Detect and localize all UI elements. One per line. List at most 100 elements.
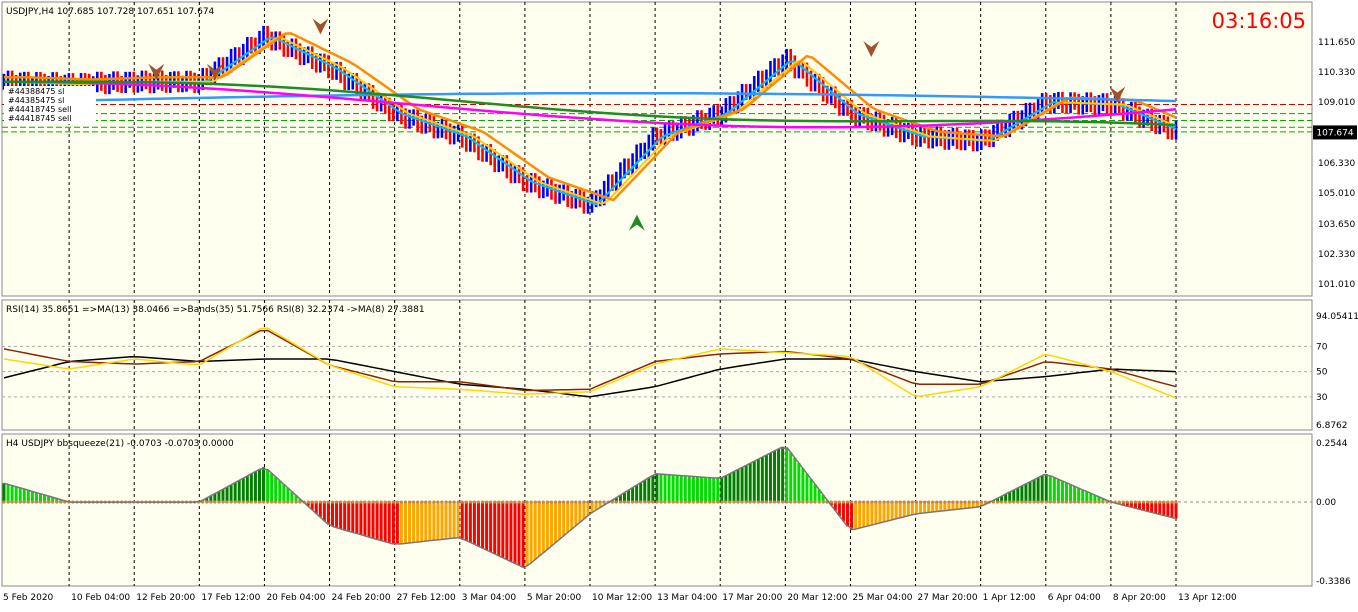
squeeze-bar[interactable]: [375, 502, 379, 540]
squeeze-bar[interactable]: [574, 502, 578, 526]
squeeze-bar[interactable]: [221, 489, 225, 503]
squeeze-bar[interactable]: [663, 474, 667, 503]
squeeze-bar[interactable]: [245, 475, 249, 503]
squeeze-bar[interactable]: [586, 502, 590, 516]
squeeze-bar[interactable]: [1174, 502, 1178, 519]
squeeze-bar[interactable]: [335, 502, 339, 528]
bull-bar[interactable]: [201, 68, 205, 91]
squeeze-bar[interactable]: [529, 502, 533, 563]
squeeze-bar[interactable]: [237, 480, 241, 503]
squeeze-bar[interactable]: [399, 502, 403, 544]
squeeze-bar[interactable]: [886, 502, 890, 521]
squeeze-bar[interactable]: [395, 502, 399, 545]
bear-bar[interactable]: [221, 57, 225, 76]
squeeze-bar[interactable]: [813, 484, 817, 503]
squeeze-bar[interactable]: [582, 502, 586, 519]
squeeze-bar[interactable]: [339, 502, 343, 529]
squeeze-bar[interactable]: [355, 502, 359, 534]
squeeze-bar[interactable]: [854, 502, 858, 530]
squeeze-bar[interactable]: [773, 450, 777, 503]
squeeze-bar[interactable]: [525, 502, 529, 567]
squeeze-bar[interactable]: [878, 502, 882, 523]
bear-bar[interactable]: [1109, 98, 1113, 116]
squeeze-bar[interactable]: [464, 502, 468, 541]
squeeze-bar[interactable]: [712, 477, 716, 503]
squeeze-bar[interactable]: [436, 502, 440, 540]
squeeze-bar[interactable]: [379, 502, 383, 541]
squeeze-bar[interactable]: [756, 459, 760, 503]
bear-bar[interactable]: [432, 116, 436, 139]
squeeze-bar[interactable]: [570, 502, 574, 530]
squeeze-bar[interactable]: [643, 480, 647, 503]
squeeze-bar[interactable]: [359, 502, 363, 535]
squeeze-bar[interactable]: [440, 502, 444, 540]
squeeze-bar[interactable]: [521, 502, 525, 568]
bear-bar[interactable]: [846, 99, 849, 116]
squeeze-bar[interactable]: [1036, 477, 1040, 503]
squeeze-bar[interactable]: [781, 446, 785, 503]
bear-bar[interactable]: [582, 191, 586, 214]
squeeze-bar[interactable]: [533, 502, 537, 560]
squeeze-bar[interactable]: [724, 475, 728, 503]
bear-bar[interactable]: [448, 123, 452, 145]
squeeze-bar[interactable]: [1056, 479, 1060, 503]
squeeze-bar[interactable]: [850, 502, 854, 531]
squeeze-bar[interactable]: [914, 502, 918, 514]
squeeze-bar[interactable]: [704, 477, 708, 503]
bull-bar[interactable]: [574, 188, 578, 209]
squeeze-bar[interactable]: [456, 502, 460, 538]
bull-bar[interactable]: [1174, 120, 1178, 140]
squeeze-bar[interactable]: [541, 502, 545, 553]
squeeze-bar[interactable]: [403, 502, 407, 544]
squeeze-bar[interactable]: [1052, 477, 1056, 503]
squeeze-bar[interactable]: [647, 477, 651, 503]
bull-bar[interactable]: [696, 110, 699, 132]
squeeze-bar[interactable]: [898, 502, 902, 518]
squeeze-bar[interactable]: [1040, 475, 1044, 503]
squeeze-bar[interactable]: [452, 502, 456, 539]
bull-bar[interactable]: [740, 83, 744, 108]
squeeze-bar[interactable]: [1048, 475, 1052, 503]
squeeze-bar[interactable]: [326, 502, 330, 525]
squeeze-bar[interactable]: [777, 448, 781, 503]
squeeze-bar[interactable]: [1028, 481, 1032, 503]
squeeze-bar[interactable]: [683, 475, 687, 503]
bear-bar[interactable]: [189, 70, 192, 89]
squeeze-bar[interactable]: [1065, 482, 1069, 503]
squeeze-bar[interactable]: [631, 487, 635, 503]
squeeze-bar[interactable]: [420, 502, 424, 542]
squeeze-bar[interactable]: [14, 486, 18, 503]
squeeze-bar[interactable]: [1162, 502, 1166, 516]
chart-canvas[interactable]: USDJPY,H4 107.685 107.728 107.651 107.67…: [0, 0, 1358, 608]
squeeze-bar[interactable]: [874, 502, 878, 524]
squeeze-bar[interactable]: [1020, 485, 1024, 503]
squeeze-bar[interactable]: [760, 457, 764, 503]
squeeze-bar[interactable]: [736, 469, 740, 503]
squeeze-bar[interactable]: [549, 502, 553, 546]
bull-bar[interactable]: [513, 165, 517, 184]
squeeze-bar[interactable]: [489, 502, 493, 553]
squeeze-bar[interactable]: [509, 502, 513, 562]
bear-bar[interactable]: [716, 105, 720, 125]
squeeze-bar[interactable]: [2, 483, 6, 503]
squeeze-bar[interactable]: [22, 489, 26, 503]
squeeze-bar[interactable]: [383, 502, 387, 542]
bear-bar[interactable]: [732, 96, 736, 114]
squeeze-bar[interactable]: [1154, 502, 1158, 514]
squeeze-bar[interactable]: [679, 475, 683, 503]
squeeze-bar[interactable]: [322, 502, 326, 521]
squeeze-bar[interactable]: [651, 475, 655, 503]
squeeze-bar[interactable]: [923, 502, 927, 513]
bull-bar[interactable]: [631, 153, 634, 176]
squeeze-bar[interactable]: [841, 502, 845, 522]
squeeze-bar[interactable]: [1170, 502, 1174, 518]
bear-bar[interactable]: [1121, 98, 1125, 121]
bear-bar[interactable]: [538, 176, 541, 199]
squeeze-bar[interactable]: [351, 502, 355, 533]
squeeze-bar[interactable]: [691, 476, 695, 503]
bull-bar[interactable]: [619, 162, 622, 188]
squeeze-bar[interactable]: [408, 502, 412, 543]
squeeze-bar[interactable]: [225, 486, 229, 503]
bull-bar[interactable]: [558, 184, 561, 204]
squeeze-bar[interactable]: [700, 477, 704, 503]
